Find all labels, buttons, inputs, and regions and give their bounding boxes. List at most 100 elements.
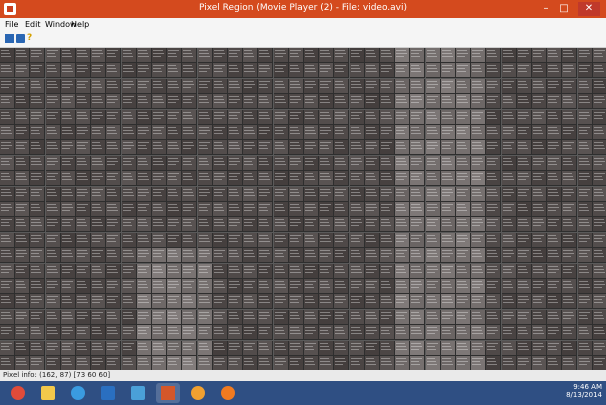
- rgb-value-label: [229, 50, 240, 51]
- rgb-value-label: [335, 111, 346, 113]
- rgb-value-label: [274, 361, 286, 362]
- chrome-icon[interactable]: [6, 383, 30, 403]
- rgb-value-label: [411, 222, 423, 224]
- rgb-value-label: [274, 176, 286, 178]
- rgb-value-label: [305, 342, 316, 344]
- copy-icon[interactable]: [5, 34, 14, 43]
- help-icon[interactable]: ?: [27, 34, 36, 43]
- internet-explorer-icon[interactable]: [66, 383, 90, 403]
- rgb-value-label: [153, 56, 161, 57]
- rgb-value-label: [168, 299, 177, 301]
- rgb-value-label: [578, 364, 587, 365]
- rgb-value-label: [46, 102, 55, 104]
- pixel-cell: [258, 48, 274, 63]
- rgb-value-label: [92, 111, 103, 113]
- pixel-cell: [273, 63, 289, 79]
- outlook-icon[interactable]: [96, 383, 120, 403]
- clock-date[interactable]: 8/13/2014: [566, 391, 602, 399]
- save-icon[interactable]: [16, 34, 25, 43]
- pixel-cell: [228, 263, 243, 279]
- pixel-cell: [456, 248, 471, 264]
- rgb-value-label: [502, 317, 511, 319]
- pixel-cell: [121, 294, 137, 310]
- rgb-value-label: [533, 284, 544, 285]
- paint-icon[interactable]: [186, 383, 210, 403]
- rgb-value-label: [46, 157, 57, 159]
- rgb-value-label: [137, 271, 147, 273]
- rgb-value-label: [77, 219, 85, 221]
- rgb-value-label: [77, 250, 87, 252]
- rgb-value-label: [381, 333, 390, 335]
- rgb-value-label: [153, 234, 163, 236]
- rgb-value-label: [229, 281, 239, 282]
- rgb-value-label: [563, 240, 575, 242]
- rgb-value-label: [198, 114, 209, 116]
- pixel-cell: [228, 202, 243, 217]
- pixel-cell: [60, 294, 76, 310]
- rgb-value-label: [320, 364, 332, 365]
- rgb-value-label: [381, 234, 390, 236]
- pixel-cell: [592, 279, 606, 294]
- rgb-value-label: [274, 281, 284, 282]
- mail-icon[interactable]: [126, 383, 150, 403]
- rgb-value-label: [183, 148, 192, 150]
- rgb-value-label: [365, 157, 377, 159]
- rgb-value-label: [365, 364, 376, 365]
- pixel-cell: [212, 202, 228, 217]
- rgb-value-label: [61, 234, 70, 236]
- matlab-icon[interactable]: [156, 383, 180, 403]
- rgb-value-label: [31, 250, 43, 252]
- rgb-value-label: [305, 114, 314, 116]
- pixel-cell: [60, 78, 76, 94]
- pixel-cell: [304, 232, 319, 248]
- close-button[interactable]: ✕: [578, 2, 600, 16]
- firefox-icon[interactable]: [216, 383, 240, 403]
- rgb-value-label: [426, 219, 438, 221]
- file-explorer-icon[interactable]: [36, 383, 60, 403]
- rgb-value-label: [1, 96, 12, 98]
- menu-file[interactable]: File: [5, 20, 18, 29]
- rgb-value-label: [153, 102, 164, 104]
- rgb-value-label: [1, 256, 12, 258]
- rgb-value-label: [350, 160, 362, 162]
- rgb-value-label: [548, 179, 559, 181]
- rgb-value-label: [289, 219, 300, 221]
- menu-edit[interactable]: Edit: [25, 20, 41, 29]
- pixel-cell: [91, 48, 107, 63]
- rgb-value-label: [46, 222, 58, 224]
- pixel-cell: [273, 232, 289, 248]
- rgb-value-label: [365, 345, 374, 347]
- pixel-cell: [45, 78, 61, 94]
- rgb-value-label: [487, 317, 499, 319]
- pixel-cell: [440, 248, 456, 264]
- pixel-cell: [15, 78, 31, 94]
- clock-time[interactable]: 9:46 AM: [566, 383, 602, 391]
- rgb-value-label: [153, 99, 163, 101]
- rgb-value-label: [335, 127, 347, 128]
- rgb-value-label: [198, 333, 208, 335]
- rgb-value-label: [229, 56, 238, 57]
- rgb-value-label: [289, 114, 298, 116]
- pixel-cell: [76, 248, 91, 264]
- pixel-region-grid[interactable]: [0, 48, 606, 370]
- menu-help[interactable]: Help: [71, 20, 89, 29]
- rgb-value-label: [350, 342, 361, 344]
- rgb-value-label: [305, 68, 315, 70]
- pixel-cell: [167, 109, 183, 125]
- rgb-value-label: [61, 83, 73, 85]
- pixel-cell: [334, 279, 350, 294]
- rgb-value-label: [244, 234, 253, 236]
- rgb-value-label: [107, 296, 119, 298]
- minimize-button[interactable]: –: [538, 2, 554, 16]
- pixel-cell: [60, 309, 76, 325]
- maximize-button[interactable]: □: [556, 2, 572, 16]
- pixel-cell: [562, 202, 578, 217]
- rgb-value-label: [229, 86, 240, 88]
- pixel-cell: [182, 309, 198, 325]
- rgb-value-label: [533, 117, 542, 119]
- rgb-value-label: [533, 250, 541, 252]
- rgb-value-label: [487, 361, 497, 362]
- rgb-value-label: [548, 65, 558, 67]
- rgb-value-label: [1, 145, 12, 147]
- pixel-cell: [562, 125, 578, 140]
